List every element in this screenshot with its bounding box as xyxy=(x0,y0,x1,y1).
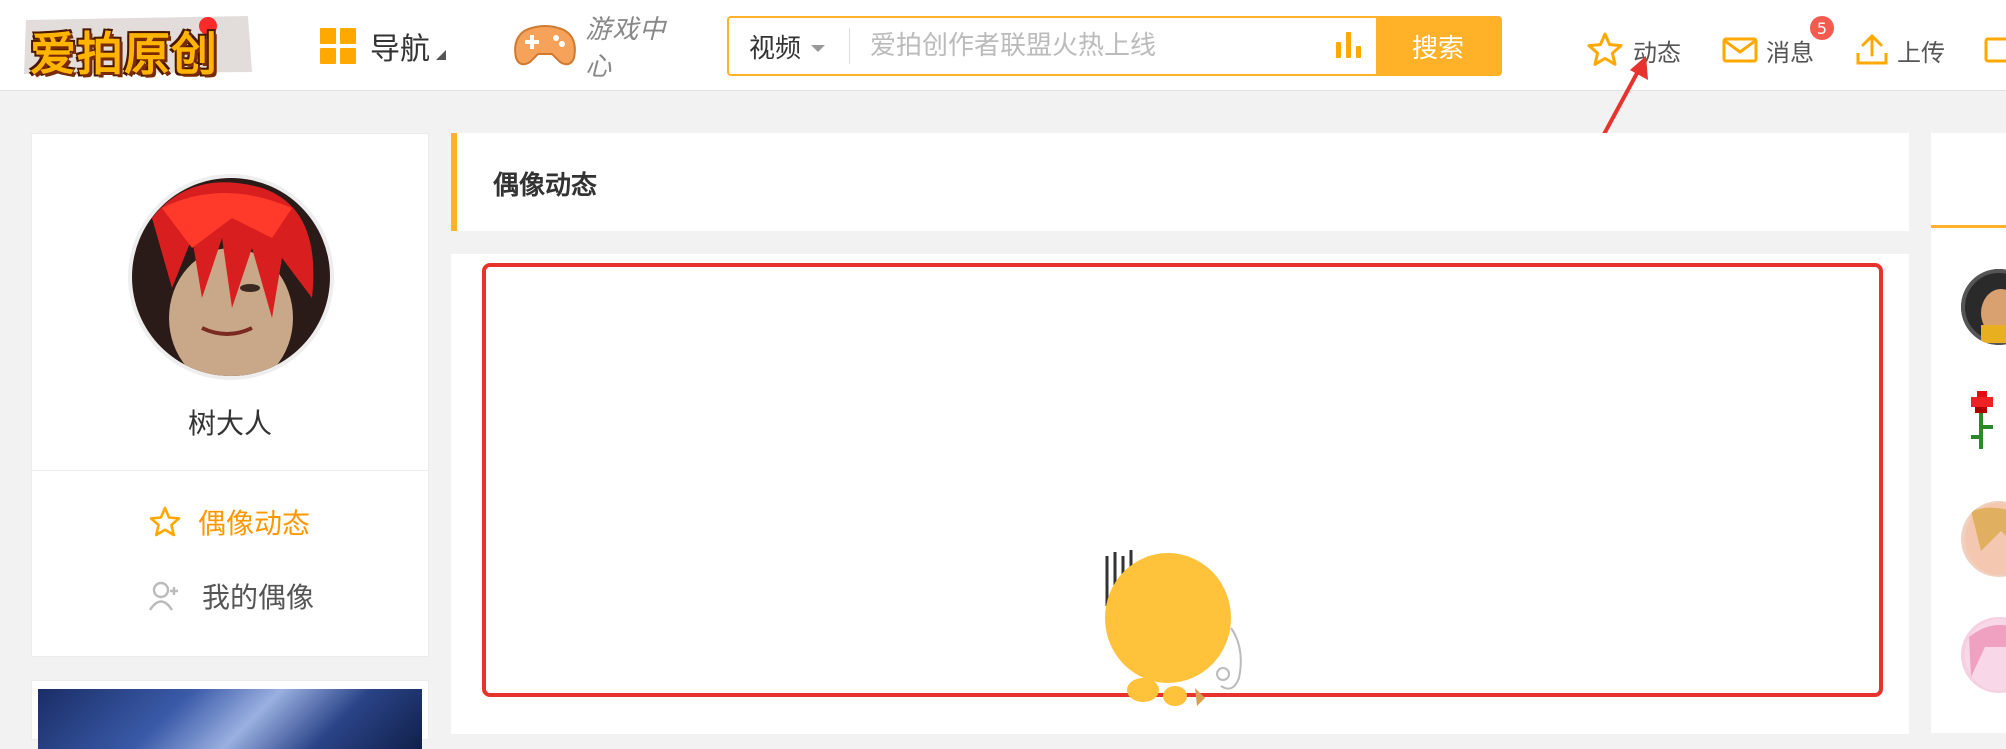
banner-image xyxy=(38,689,422,749)
right-column xyxy=(1931,133,2006,733)
caret-down-icon xyxy=(811,44,826,52)
top-bar: 爱拍原创 导航 游戏中心 视频 搜索 动态 xyxy=(0,0,2006,91)
idol-avatar[interactable] xyxy=(1961,269,2006,345)
search-input[interactable] xyxy=(850,18,1320,74)
sidebar-item-idol-dynamics[interactable]: 偶像动态 xyxy=(148,502,310,542)
idol-avatar-image xyxy=(1965,619,2006,691)
corner-triangle-icon xyxy=(436,50,446,60)
logo-text: 爱拍原创 xyxy=(30,27,218,81)
username: 树大人 xyxy=(187,407,272,440)
device-icon xyxy=(1984,37,2006,63)
idol-avatar[interactable] xyxy=(1961,501,2006,577)
right-column-accent-line xyxy=(1931,225,2006,228)
trending-chart-icon[interactable] xyxy=(1320,18,1376,74)
idol-avatar-image xyxy=(1965,503,2006,575)
client-link[interactable] xyxy=(1984,22,2006,78)
avatar-image xyxy=(132,178,330,376)
idol-avatar[interactable] xyxy=(1961,385,2006,461)
search-button[interactable]: 搜索 xyxy=(1376,18,1500,74)
rose-icon xyxy=(1971,391,1993,449)
user-avatar[interactable] xyxy=(128,174,334,380)
messages-badge: 5 xyxy=(1810,16,1834,40)
idol-avatar-image xyxy=(1961,269,2006,345)
loading-mascot-icon xyxy=(1105,550,1242,706)
sidebar-item-my-idols[interactable]: 我的偶像 xyxy=(148,576,314,616)
idol-avatar[interactable] xyxy=(1961,617,2006,693)
nav-label: 导航 xyxy=(370,32,430,67)
sidebar-divider xyxy=(32,470,428,471)
gamepad-icon xyxy=(514,25,576,66)
messages-link[interactable]: 消息 5 xyxy=(1722,16,1834,78)
mail-icon xyxy=(1722,37,1758,63)
search-bar: 视频 搜索 xyxy=(727,16,1502,76)
sidebar-item-label: 我的偶像 xyxy=(202,581,315,614)
game-center-label: 游戏中心 xyxy=(585,15,667,82)
sidebar-item-label: 偶像动态 xyxy=(198,507,311,540)
site-logo[interactable]: 爱拍原创 xyxy=(22,12,254,81)
search-category-label: 视频 xyxy=(749,33,802,64)
messages-label: 消息 xyxy=(1766,38,1814,67)
section-header: 偶像动态 xyxy=(451,133,1909,231)
nav-menu-button[interactable]: 导航 xyxy=(320,26,446,67)
upload-label: 上传 xyxy=(1897,38,1945,67)
section-title: 偶像动态 xyxy=(493,171,598,201)
profile-sidebar: 树大人 偶像动态 我的偶像 xyxy=(31,133,429,657)
promo-banner[interactable] xyxy=(31,680,429,749)
game-center-link[interactable]: 游戏中心 xyxy=(512,15,692,82)
users-add-icon xyxy=(148,581,178,611)
grid-icon xyxy=(320,28,356,64)
search-category-select[interactable]: 视频 xyxy=(729,18,849,74)
upload-link[interactable]: 上传 xyxy=(1855,22,1945,78)
upload-icon xyxy=(1856,33,1888,65)
star-icon xyxy=(149,506,181,537)
